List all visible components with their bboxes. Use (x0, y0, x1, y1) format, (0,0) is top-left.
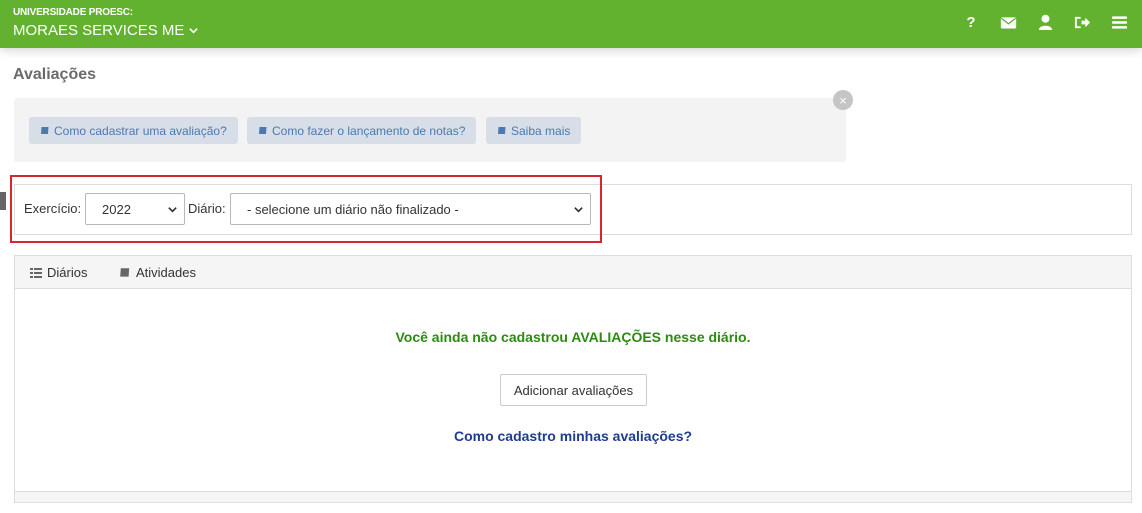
close-help-button[interactable]: × (833, 90, 853, 110)
company-name: MORAES SERVICES ME (13, 22, 185, 39)
book-icon (259, 126, 267, 134)
help-button-lancamento-notas[interactable]: Como fazer o lançamento de notas? (247, 117, 477, 144)
tabs-panel: Diários Atividades Você ainda não cadast… (14, 255, 1132, 503)
chevron-down-icon (189, 28, 199, 34)
tab-bar: Diários Atividades (15, 256, 1131, 289)
highlight-annotation (10, 175, 602, 243)
side-handle[interactable] (0, 192, 6, 210)
page-title: Avaliações (13, 66, 97, 83)
book-icon (41, 126, 49, 134)
tab-diarios[interactable]: Diários (30, 256, 87, 289)
panel-footer (15, 491, 1131, 502)
help-box: Como cadastrar uma avaliação? Como fazer… (14, 98, 846, 162)
user-icon[interactable] (1036, 13, 1054, 31)
help-button-cadastrar-avaliacao[interactable]: Como cadastrar uma avaliação? (29, 117, 238, 144)
question-icon[interactable]: ? (962, 13, 980, 31)
hamburger-menu-icon[interactable] (1110, 13, 1128, 31)
tab-atividades[interactable]: Atividades (119, 256, 196, 289)
howto-link[interactable]: Como cadastro minhas avaliações? (15, 428, 1131, 444)
top-navbar: UNIVERSIDADE PROESC: MORAES SERVICES ME … (0, 0, 1142, 48)
help-button-saiba-mais[interactable]: Saiba mais (486, 117, 582, 144)
empty-state-message: Você ainda não cadastrou AVALIAÇÕES ness… (395, 329, 751, 345)
list-icon (30, 267, 42, 278)
organization-label: UNIVERSIDADE PROESC: (13, 7, 133, 18)
envelope-icon[interactable] (999, 13, 1017, 31)
company-dropdown[interactable]: MORAES SERVICES ME (13, 22, 199, 39)
book-icon (120, 267, 130, 277)
book-icon (498, 126, 506, 134)
add-avaliacoes-button[interactable]: Adicionar avaliações (500, 374, 647, 406)
sign-out-icon[interactable] (1073, 13, 1091, 31)
